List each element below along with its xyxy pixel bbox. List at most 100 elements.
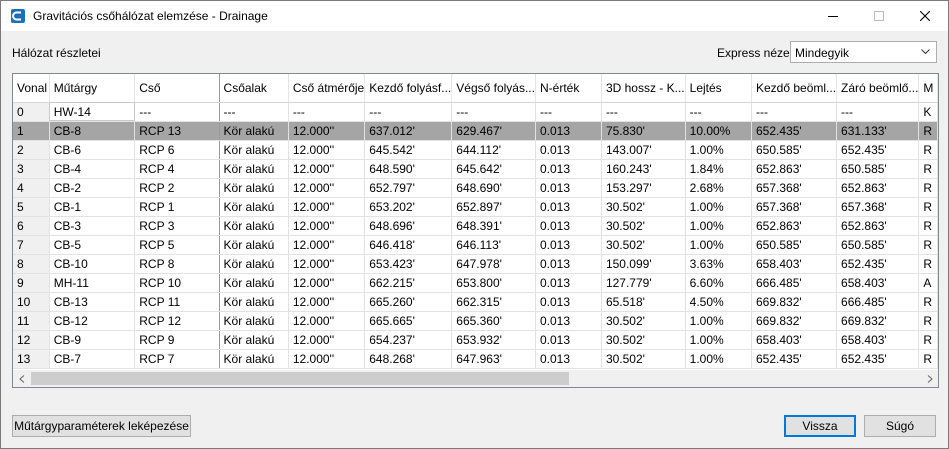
table-cell[interactable]: ---: [535, 102, 602, 122]
table-cell[interactable]: ---: [288, 102, 366, 122]
table-cell[interactable]: 669.832': [751, 311, 838, 331]
table-cell[interactable]: 1.00%: [685, 311, 753, 331]
table-cell[interactable]: CB-10: [49, 254, 136, 274]
table-cell[interactable]: Kör alakú: [219, 273, 289, 293]
column-header[interactable]: Végső folyás...: [451, 74, 536, 103]
table-cell[interactable]: 10.00%: [685, 121, 753, 141]
table-cell[interactable]: 12.000'': [288, 178, 366, 198]
table-cell[interactable]: 1.00%: [685, 197, 753, 217]
table-cell[interactable]: CB-12: [49, 311, 136, 331]
table-cell[interactable]: 657.368': [836, 197, 920, 217]
table-cell[interactable]: 658.403': [751, 330, 838, 350]
table-cell[interactable]: ---: [364, 102, 453, 122]
table-cell[interactable]: 657.368': [751, 178, 838, 198]
table-cell[interactable]: 150.099': [601, 254, 686, 274]
table-cell[interactable]: 143.007': [601, 140, 686, 160]
table-cell[interactable]: CB-1: [49, 197, 136, 217]
table-cell[interactable]: Kör alakú: [219, 235, 289, 255]
scroll-right-button[interactable]: [921, 370, 938, 387]
table-cell[interactable]: 637.012': [364, 121, 453, 141]
maximize-button[interactable]: [856, 1, 902, 31]
table-cell[interactable]: 653.202': [364, 197, 453, 217]
table-cell[interactable]: RCP 9: [134, 330, 220, 350]
table-cell[interactable]: RCP 12: [134, 311, 220, 331]
table-row[interactable]: 11 CB-12 RCP 12 Kör alakú 12.000'' 665.665' 66…: [13, 311, 938, 331]
table-row[interactable]: 7 CB-5 RCP 5 Kör alakú 12.000'' 646.418' 646.1…: [13, 235, 938, 255]
table-cell[interactable]: 665.665': [364, 311, 453, 331]
table-cell[interactable]: CB-13: [49, 292, 136, 312]
table-cell[interactable]: 652.435': [751, 349, 838, 369]
table-cell[interactable]: 30.502': [601, 235, 686, 255]
table-cell[interactable]: 648.268': [364, 349, 453, 369]
table-cell[interactable]: 6.60%: [685, 273, 753, 293]
table-cell[interactable]: 662.215': [364, 273, 453, 293]
table-cell[interactable]: 648.690': [451, 178, 536, 198]
table-cell[interactable]: RCP 13: [134, 121, 220, 141]
table-cell[interactable]: 0.013: [535, 178, 602, 198]
table-row[interactable]: 9 MH-11 RCP 10 Kör alakú 12.000'' 662.215' 653…: [13, 273, 938, 293]
table-cell[interactable]: RCP 2: [134, 178, 220, 198]
table-cell[interactable]: 650.585': [751, 235, 838, 255]
table-cell[interactable]: 4.50%: [685, 292, 753, 312]
table-cell[interactable]: Kör alakú: [219, 159, 289, 179]
table-cell[interactable]: 12.000'': [288, 311, 366, 331]
table-cell[interactable]: 12.000'': [288, 254, 366, 274]
table-cell[interactable]: 30.502': [601, 330, 686, 350]
table-cell[interactable]: 650.585': [836, 159, 920, 179]
table-cell[interactable]: CB-4: [49, 159, 136, 179]
table-row[interactable]: 1 CB-8 RCP 13 Kör alakú 12.000'' 637.012' 629.…: [13, 121, 938, 141]
table-row[interactable]: 8 CB-10 RCP 8 Kör alakú 12.000'' 653.423' 647.…: [13, 254, 938, 274]
table-cell[interactable]: 12.000'': [288, 121, 366, 141]
table-cell[interactable]: ---: [451, 102, 536, 122]
table-cell[interactable]: 652.863': [836, 216, 920, 236]
express-view-select[interactable]: Mindegyik: [790, 41, 937, 63]
column-header[interactable]: M: [918, 74, 938, 103]
table-row[interactable]: 3 CB-4 RCP 4 Kör alakú 12.000'' 648.590' 645.6…: [13, 159, 938, 179]
table-cell[interactable]: R: [918, 330, 938, 350]
table-cell[interactable]: 665.360': [451, 311, 536, 331]
table-cell[interactable]: CB-5: [49, 235, 136, 255]
table-cell[interactable]: A: [918, 273, 938, 293]
table-cell[interactable]: RCP 7: [134, 349, 220, 369]
table-cell[interactable]: 662.315': [451, 292, 536, 312]
table-cell[interactable]: 646.418': [364, 235, 453, 255]
table-cell[interactable]: R: [918, 197, 938, 217]
table-cell[interactable]: 0.013: [535, 349, 602, 369]
table-cell[interactable]: 652.863': [751, 216, 838, 236]
table-row[interactable]: 13 CB-7 RCP 7 Kör alakú 12.000'' 648.268' 647.…: [13, 349, 938, 369]
table-cell[interactable]: 658.403': [836, 273, 920, 293]
table-cell[interactable]: 0.013: [535, 121, 602, 141]
table-cell[interactable]: CB-3: [49, 216, 136, 236]
table-cell[interactable]: 12.000'': [288, 216, 366, 236]
table-cell[interactable]: RCP 5: [134, 235, 220, 255]
column-header[interactable]: Csőalak: [219, 74, 289, 103]
table-cell[interactable]: MH-11: [49, 273, 136, 293]
table-cell[interactable]: 1.00%: [685, 349, 753, 369]
table-cell[interactable]: K: [918, 102, 938, 122]
column-header[interactable]: Kezdő folyásf...: [364, 74, 453, 103]
table-cell[interactable]: RCP 3: [134, 216, 220, 236]
table-cell[interactable]: 658.403': [836, 330, 920, 350]
table-cell[interactable]: 0.013: [535, 292, 602, 312]
column-header[interactable]: 3D hossz - K...: [601, 74, 686, 103]
table-cell[interactable]: 652.797': [364, 178, 453, 198]
table-cell[interactable]: 153.297': [601, 178, 686, 198]
table-cell[interactable]: CB-9: [49, 330, 136, 350]
table-cell[interactable]: Kör alakú: [219, 254, 289, 274]
table-cell[interactable]: 0.013: [535, 140, 602, 160]
table-row[interactable]: 12 CB-9 RCP 9 Kör alakú 12.000'' 654.237' 653.…: [13, 330, 938, 350]
network-grid[interactable]: Vonal Műtárgy Cső Csőalak Cső átmérője Kezdő …: [12, 73, 939, 388]
table-cell[interactable]: Kör alakú: [219, 121, 289, 141]
map-parameters-button[interactable]: Műtárgyparaméterek leképezése: [12, 415, 191, 437]
table-cell[interactable]: RCP 6: [134, 140, 220, 160]
table-cell[interactable]: 652.435': [836, 254, 920, 274]
scroll-left-button[interactable]: [13, 370, 30, 387]
table-cell[interactable]: 12.000'': [288, 140, 366, 160]
table-cell[interactable]: 650.585': [751, 140, 838, 160]
table-cell[interactable]: 0.013: [535, 273, 602, 293]
column-header[interactable]: Műtárgy: [49, 74, 136, 103]
table-cell[interactable]: RCP 10: [134, 273, 220, 293]
table-cell[interactable]: 12.000'': [288, 292, 366, 312]
table-cell[interactable]: 1.00%: [685, 216, 753, 236]
table-row[interactable]: 2 CB-6 RCP 6 Kör alakú 12.000'' 645.542' 644.1…: [13, 140, 938, 160]
